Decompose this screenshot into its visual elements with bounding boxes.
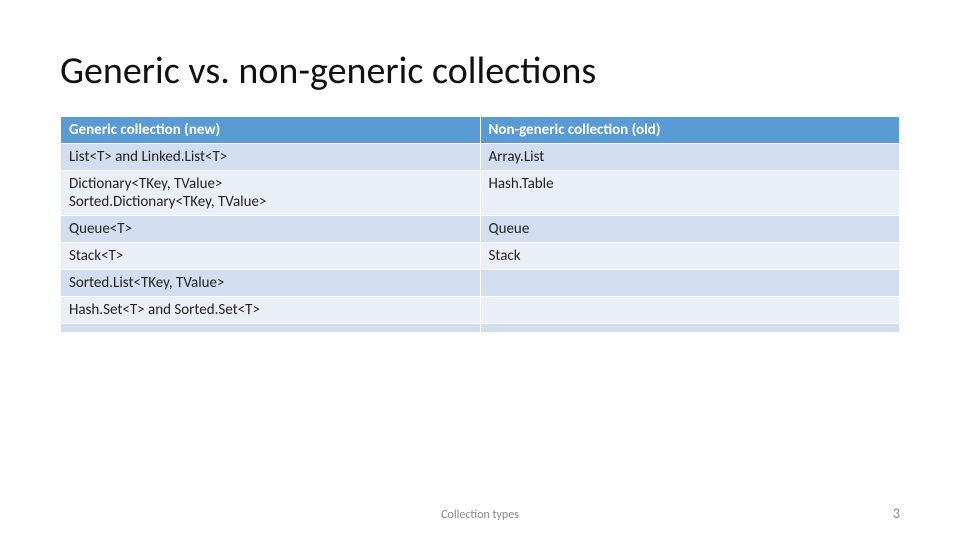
cell-generic: List<T> and Linked.List<T>: [61, 144, 481, 171]
cell-nongeneric: Hash.Table: [480, 171, 900, 216]
cell-generic: Queue<T>: [61, 216, 481, 243]
cell-generic: Dictionary<TKey, TValue> Sorted.Dictiona…: [61, 171, 481, 216]
table-row: [61, 324, 900, 333]
cell-nongeneric: [480, 270, 900, 297]
slide-title: Generic vs. non-generic collections: [60, 48, 900, 94]
table-row: List<T> and Linked.List<T> Array.List: [61, 144, 900, 171]
table-row: Hash.Set<T> and Sorted.Set<T>: [61, 297, 900, 324]
table-row: Sorted.List<TKey, TValue>: [61, 270, 900, 297]
table-header-row: Generic collection (new) Non-generic col…: [61, 117, 900, 144]
table-row: Stack<T> Stack: [61, 243, 900, 270]
cell-generic: Hash.Set<T> and Sorted.Set<T>: [61, 297, 481, 324]
cell-nongeneric: Array.List: [480, 144, 900, 171]
table-row: Dictionary<TKey, TValue> Sorted.Dictiona…: [61, 171, 900, 216]
cell-nongeneric: [480, 324, 900, 333]
slide: Generic vs. non-generic collections Gene…: [0, 0, 960, 540]
table-header-generic: Generic collection (new): [61, 117, 481, 144]
footer-center: Collection types: [441, 508, 519, 522]
cell-nongeneric: Stack: [480, 243, 900, 270]
comparison-table: Generic collection (new) Non-generic col…: [60, 116, 900, 333]
cell-generic: [61, 324, 481, 333]
cell-nongeneric: [480, 297, 900, 324]
cell-generic: Stack<T>: [61, 243, 481, 270]
slide-number: 3: [893, 505, 900, 522]
table-row: Queue<T> Queue: [61, 216, 900, 243]
cell-generic: Sorted.List<TKey, TValue>: [61, 270, 481, 297]
table-header-nongeneric: Non-generic collection (old): [480, 117, 900, 144]
cell-nongeneric: Queue: [480, 216, 900, 243]
